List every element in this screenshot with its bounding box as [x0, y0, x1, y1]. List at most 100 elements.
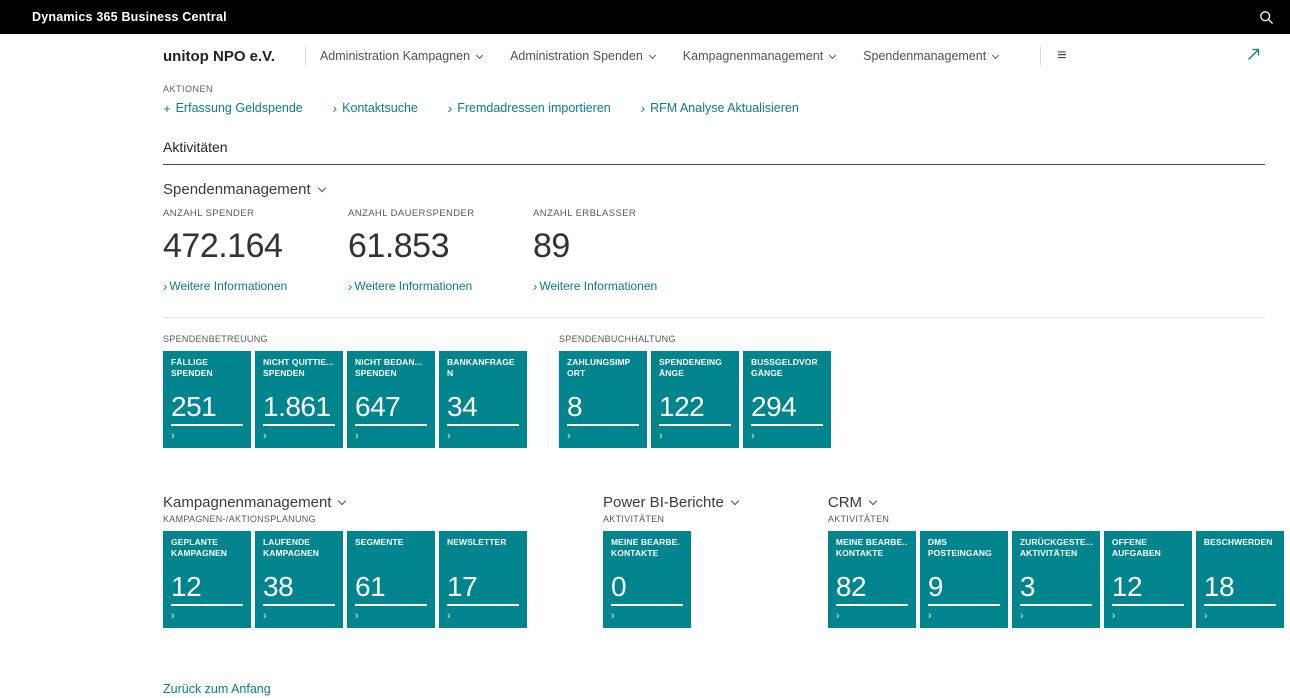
chevron-right-icon: ›	[333, 102, 337, 115]
action-label: Erfassung Geldspende	[176, 101, 303, 115]
cue-group-spendenbetreuung: SPENDENBETREUUNG FÄLLIGE SPENDEN 251 › N…	[163, 334, 531, 448]
menu-icon[interactable]: ≡	[1057, 47, 1066, 65]
chevron-right-icon: ›	[163, 280, 167, 293]
nav-menu-administration-spenden[interactable]: Administration Spenden	[510, 49, 655, 63]
kpi-link-weitere-informationen[interactable]: ›Weitere Informationen	[348, 279, 533, 293]
cue-tile-divider	[447, 604, 519, 606]
cue-tile-label: MEINE BEARBE. KONTAKTE	[611, 537, 683, 558]
nav-menu-label: Spendenmanagement	[863, 49, 986, 63]
chevron-right-icon: ›	[1112, 611, 1184, 622]
cue-tile-label: BESCHWERDEN	[1204, 537, 1276, 548]
back-to-top-link[interactable]: Zurück zum Anfang	[163, 682, 271, 696]
nav-menu-kampagnenmanagement[interactable]: Kampagnenmanagement	[683, 49, 835, 63]
cue-tile-zahlungsimport[interactable]: ZAHLUNGSIMP ORT 8 ›	[559, 351, 647, 448]
section-title-crm[interactable]: CRM	[828, 494, 1288, 511]
cue-group-spendenbuchhaltung: SPENDENBUCHHALTUNG ZAHLUNGSIMP ORT 8 › S…	[559, 334, 835, 448]
cue-group-caption: KAMPAGNEN-/AKTIONSPLANUNG	[163, 514, 531, 524]
cue-tile-value: 294	[751, 392, 823, 421]
cue-row-2: Kampagnenmanagement KAMPAGNEN-/AKTIONSPL…	[163, 494, 1265, 628]
cue-tile-segmente[interactable]: SEGMENTE 61 ›	[347, 531, 435, 628]
section-spendenmanagement: Spendenmanagement ANZAHL SPENDER 472.164…	[163, 181, 1265, 293]
nav-menu-label: Administration Spenden	[510, 49, 643, 63]
cue-tile-value: 17	[447, 572, 519, 601]
section-title-spendenmanagement[interactable]: Spendenmanagement	[163, 181, 1265, 198]
cue-group-caption: SPENDENBUCHHALTUNG	[559, 334, 835, 344]
chevron-right-icon: ›	[263, 431, 335, 442]
cue-tile-zurueckgestellte-aktivitaeten[interactable]: ZURÜCKGESTE... AKTIVITÄTEN 3 ›	[1012, 531, 1100, 628]
chevron-right-icon: ›	[263, 611, 335, 622]
cue-tile-bankanfragen[interactable]: BANKANFRAGE N 34 ›	[439, 351, 527, 448]
top-navigation-bar: Dynamics 365 Business Central	[0, 0, 1290, 34]
cue-tile-bussgeldvorgaenge[interactable]: BUSSGELDVOR GÄNGE 294 ›	[743, 351, 831, 448]
search-icon[interactable]	[1259, 10, 1274, 25]
kpi-link-weitere-informationen[interactable]: ›Weitere Informationen	[533, 279, 718, 293]
kpi-value[interactable]: 61.853	[348, 227, 533, 266]
chevron-down-icon	[829, 52, 836, 59]
cue-tile-divider	[611, 604, 683, 606]
cue-tile-meine-bearbeiteten-kontakte-powerbi[interactable]: MEINE BEARBE. KONTAKTE 0 ›	[603, 531, 691, 628]
nav-menu-label: Kampagnenmanagement	[683, 49, 823, 63]
cue-tile-value: 12	[1112, 572, 1184, 601]
cue-tile-label: ZURÜCKGESTE... AKTIVITÄTEN	[1020, 537, 1092, 558]
kpi-value[interactable]: 89	[533, 227, 718, 266]
cue-tile-value: 61	[355, 572, 427, 601]
cue-tile-label: ZAHLUNGSIMP ORT	[567, 357, 639, 378]
cue-tile-value: 251	[171, 392, 243, 421]
cue-tile-value: 34	[447, 392, 519, 421]
section-power-bi-berichte: Power BI-Berichte AKTIVITÄTEN MEINE BEAR…	[603, 494, 738, 628]
cue-tile-offene-aufgaben[interactable]: OFFENE AUFGABEN 12 ›	[1104, 531, 1192, 628]
cue-tile-divider	[263, 424, 335, 426]
cue-tile-value: 647	[355, 392, 427, 421]
chevron-right-icon: ›	[836, 611, 908, 622]
cue-tile-dms-posteingang[interactable]: DMS POSTEINGANG 9 ›	[920, 531, 1008, 628]
action-label: Fremdadressen importieren	[457, 101, 611, 115]
cue-tile-faellige-spenden[interactable]: FÄLLIGE SPENDEN 251 ›	[163, 351, 251, 448]
chevron-right-icon: ›	[641, 102, 645, 115]
kpi-link-weitere-informationen[interactable]: ›Weitere Informationen	[163, 279, 348, 293]
action-label: Kontaktsuche	[342, 101, 418, 115]
cue-tile-nicht-quittierte-spenden[interactable]: NICHT QUITTIE... SPENDEN 1.861 ›	[255, 351, 343, 448]
action-erfassung-geldspende[interactable]: +Erfassung Geldspende	[163, 101, 303, 115]
section-title-power-bi-berichte[interactable]: Power BI-Berichte	[603, 494, 738, 511]
section-title-kampagnenmanagement[interactable]: Kampagnenmanagement	[163, 494, 531, 511]
cue-tile-laufende-kampagnen[interactable]: LAUFENDE KAMPAGNEN 38 ›	[255, 531, 343, 628]
divider	[163, 317, 1265, 318]
chevron-right-icon: ›	[448, 102, 452, 115]
section-kampagnenmanagement: Kampagnenmanagement KAMPAGNEN-/AKTIONSPL…	[163, 494, 531, 628]
cue-tile-newsletter[interactable]: NEWSLETTER 17 ›	[439, 531, 527, 628]
tile-list: ZAHLUNGSIMP ORT 8 › SPENDENEING ÄNGE 122…	[559, 351, 835, 448]
divider	[1040, 47, 1041, 65]
cue-tile-divider	[171, 604, 243, 606]
cue-tile-spendeneingaenge[interactable]: SPENDENEING ÄNGE 122 ›	[651, 351, 739, 448]
chevron-right-icon: ›	[355, 611, 427, 622]
nav-menu-administration-kampagnen[interactable]: Administration Kampagnen	[320, 49, 482, 63]
chevron-right-icon: ›	[171, 611, 243, 622]
cue-tile-nicht-bedankte-spenden[interactable]: NICHT BEDAN... SPENDEN 647 ›	[347, 351, 435, 448]
chevron-down-icon	[317, 184, 325, 192]
company-name[interactable]: unitop NPO e.V.	[163, 48, 275, 65]
cue-tile-value: 12	[171, 572, 243, 601]
chevron-down-icon	[649, 52, 656, 59]
chevron-right-icon: ›	[751, 431, 823, 442]
cue-group-caption: AKTIVITÄTEN	[828, 514, 1288, 524]
cue-tile-divider	[751, 424, 823, 426]
chevron-right-icon: ›	[928, 611, 1000, 622]
cue-tile-divider	[659, 424, 731, 426]
kpi-label: ANZAHL ERBLASSER	[533, 208, 718, 219]
action-rfm-analyse-aktualisieren[interactable]: ›RFM Analyse Aktualisieren	[641, 101, 799, 115]
cue-tile-meine-bearbeiteten-kontakte-crm[interactable]: MEINE BEARBE.. KONTAKTE 82 ›	[828, 531, 916, 628]
kpi-value[interactable]: 472.164	[163, 227, 348, 266]
cue-tile-beschwerden[interactable]: BESCHWERDEN 18 ›	[1196, 531, 1284, 628]
kpi-label: ANZAHL DAUERSPENDER	[348, 208, 533, 219]
chevron-right-icon: ›	[659, 431, 731, 442]
expand-icon[interactable]	[1247, 48, 1260, 66]
chevron-right-icon: ›	[171, 431, 243, 442]
nav-menu-spendenmanagement[interactable]: Spendenmanagement	[863, 49, 998, 63]
cue-tile-value: 122	[659, 392, 731, 421]
cue-tile-label: FÄLLIGE SPENDEN	[171, 357, 243, 378]
action-fremdadressen-importieren[interactable]: › Fremdadressen importieren	[448, 101, 611, 115]
cue-tile-label: GEPLANTE KAMPAGNEN	[171, 537, 243, 558]
chevron-right-icon: ›	[447, 431, 519, 442]
cue-tile-geplante-kampagnen[interactable]: GEPLANTE KAMPAGNEN 12 ›	[163, 531, 251, 628]
action-kontaktsuche[interactable]: › Kontaktsuche	[333, 101, 418, 115]
